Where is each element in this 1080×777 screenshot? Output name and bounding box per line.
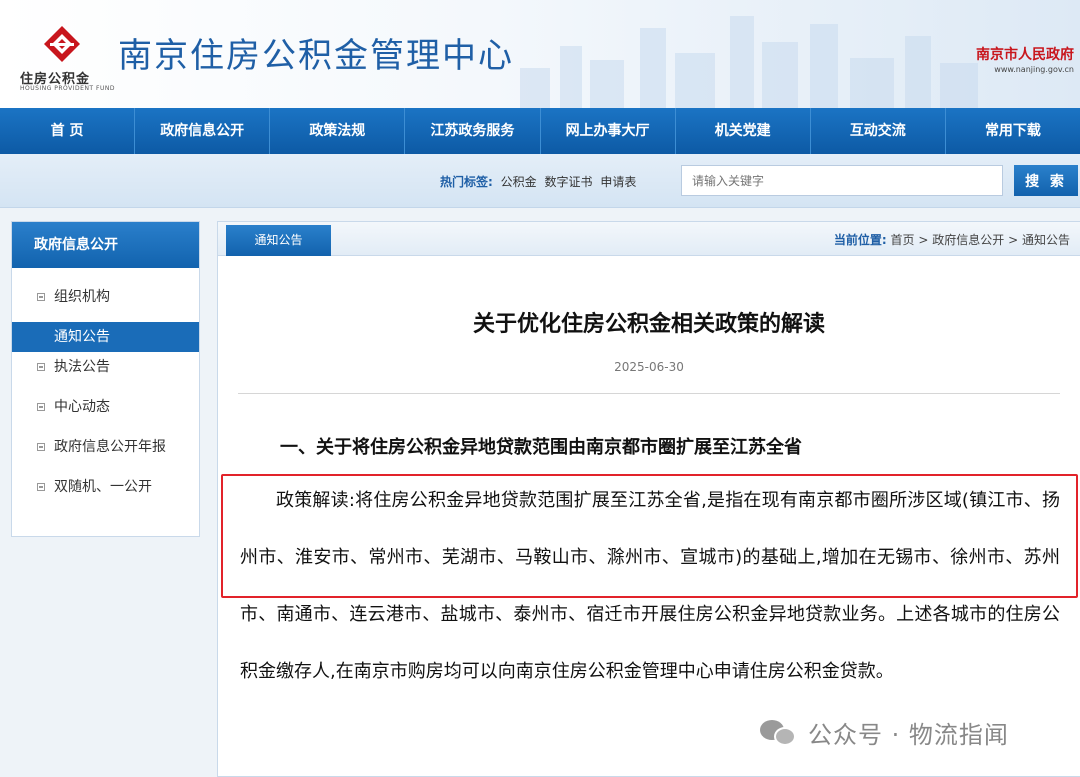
breadcrumb-home[interactable]: 首页 [891,233,915,247]
article-title: 关于优化住房公积金相关政策的解读 [472,312,825,337]
nav-item-policy[interactable]: 政策法规 [270,108,406,154]
nav-item-downloads[interactable]: 常用下载 [946,108,1080,154]
logo-text-en: HOUSING PROVIDENT FUND [20,85,115,92]
plus-box-icon [37,403,45,411]
sidebar-item-label: 通知公告 [54,329,110,345]
sidebar-item-enforcement[interactable]: 执法公告 [12,352,199,382]
breadcrumb: 当前位置: 首页 > 政府信息公开 > 通知公告 [834,231,1070,248]
nav-item-gov-info[interactable]: 政府信息公开 [135,108,271,154]
watermark-text: 公众号 · 物流指闻 [808,721,1009,749]
nav-item-interaction[interactable]: 互动交流 [811,108,946,154]
tab-notices[interactable]: 通知公告 [226,225,331,256]
nav-item-party[interactable]: 机关党建 [676,108,811,154]
article-date: 2025-06-30 [614,360,684,374]
wechat-watermark: 公众号 · 物流指闻 [760,715,1009,750]
sidebar-item-label: 政府信息公开年报 [54,439,166,455]
nav-item-online-hall[interactable]: 网上办事大厅 [541,108,676,154]
hot-tags: 热门标签: 公积金 数字证书 申请表 [440,173,636,190]
sidebar-title: 政府信息公开 [12,222,199,268]
plus-box-icon [37,293,45,301]
breadcrumb-label: 当前位置: [833,233,887,247]
main-content: 通知公告 当前位置: 首页 > 政府信息公开 > 通知公告 关于优化住房公积金相… [217,221,1080,777]
section-heading: 一、关于将住房公积金异地贷款范围由南京都市圈扩展至江苏全省 [280,437,802,458]
sidebar-list: 组织机构 通知公告 执法公告 中心动态 政府信息公开年报 双随机、一公开 [12,282,199,502]
article-paragraph: 政策解读:将住房公积金异地贷款范围扩展至江苏全省,是指在现有南京都市圈所涉区域(… [240,490,1060,682]
hot-tag-application-form[interactable]: 申请表 [600,175,636,189]
content-tabbar: 通知公告 当前位置: 首页 > 政府信息公开 > 通知公告 [218,222,1080,256]
nanjing-gov-link[interactable]: 南京市人民政府 www.nanjing.gov.cn [976,44,1074,74]
site-title: 南京住房公积金管理中心 [118,36,514,76]
gov-url: www.nanjing.gov.cn [994,65,1074,74]
search-button[interactable]: 搜 索 [1014,165,1078,196]
sidebar-item-label: 双随机、一公开 [54,479,152,495]
sidebar-item-organization[interactable]: 组织机构 [12,282,199,312]
sidebar-item-notices[interactable]: 通知公告 [12,322,199,352]
sidebar-item-label: 执法公告 [54,359,110,375]
sidebar: 政府信息公开 组织机构 通知公告 执法公告 中心动态 政府信息公开年报 双随机、… [11,221,200,537]
main-nav: 首 页 政府信息公开 政策法规 江苏政务服务 网上办事大厅 机关党建 互动交流 … [0,108,1080,154]
plus-box-icon [37,363,45,371]
nav-item-jiangsu-service[interactable]: 江苏政务服务 [405,108,541,154]
plus-box-icon [37,443,45,451]
search-input[interactable] [681,165,1003,196]
breadcrumb-notices[interactable]: 通知公告 [1022,233,1070,247]
sidebar-item-label: 中心动态 [54,399,110,415]
nav-item-home[interactable]: 首 页 [0,108,136,154]
breadcrumb-separator: > [918,233,929,247]
site-header: 住房公积金 HOUSING PROVIDENT FUND 南京住房公积金管理中心… [0,0,1080,108]
breadcrumb-gov-info[interactable]: 政府信息公开 [932,233,1004,247]
breadcrumb-separator: > [1008,233,1019,247]
hpf-logo[interactable]: 住房公积金 HOUSING PROVIDENT FUND [18,22,114,94]
sidebar-item-news[interactable]: 中心动态 [12,392,199,422]
hot-tag-gongjijin[interactable]: 公积金 [501,175,537,189]
wechat-icon [760,718,798,748]
gov-name: 南京市人民政府 [976,47,1074,63]
search-bar: 热门标签: 公积金 数字证书 申请表 搜 索 [0,154,1080,208]
article-divider [238,393,1060,394]
sidebar-item-double-random[interactable]: 双随机、一公开 [12,472,199,502]
hot-tags-label: 热门标签: [440,175,493,189]
hpf-logo-icon [44,26,80,62]
hot-tag-digital-cert[interactable]: 数字证书 [544,175,592,189]
plus-box-icon [37,483,45,491]
sidebar-item-annual-report[interactable]: 政府信息公开年报 [12,432,199,462]
skyline-decoration [500,8,1020,108]
sidebar-item-label: 组织机构 [54,289,110,305]
